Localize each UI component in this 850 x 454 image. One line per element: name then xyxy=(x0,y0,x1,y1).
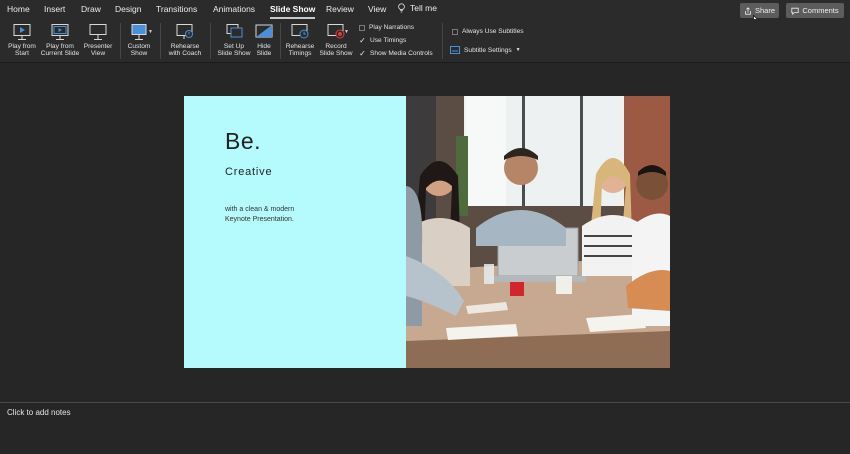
slide-body-text[interactable]: with a clean & modern Keynote Presentati… xyxy=(225,205,294,225)
tab-transitions[interactable]: Transitions xyxy=(156,4,197,14)
presenter-view-button[interactable]: Presenter View xyxy=(83,23,113,58)
play-from-start-label-2: Start xyxy=(15,50,29,58)
hide-slide-label-1: Hide xyxy=(257,43,271,50)
rehearse-with-coach-label-2: with Coach xyxy=(168,50,202,58)
team-photo-image[interactable] xyxy=(406,96,670,368)
presenter-view-label-2: View xyxy=(90,50,106,58)
checkmark-icon: ✓ xyxy=(359,36,366,45)
tab-slide-show[interactable]: Slide Show xyxy=(270,4,315,14)
hide-slide-button[interactable]: Hide Slide xyxy=(254,23,274,58)
play-from-current-icon xyxy=(51,24,69,40)
always-use-subtitles-label: Always Use Subtitles xyxy=(462,28,524,35)
checkmark-icon: ✓ xyxy=(359,49,366,58)
hide-slide-label-2: Slide xyxy=(256,50,272,58)
checkbox-unchecked-icon xyxy=(452,28,458,35)
subtitle-settings-label: Subtitle Settings xyxy=(464,46,512,54)
share-label: Share xyxy=(754,6,775,15)
ribbon-separator xyxy=(120,23,121,59)
record-slide-show-button[interactable]: Record Slide Show xyxy=(317,23,355,58)
record-slide-show-label-1: Record xyxy=(325,43,347,50)
use-timings-checkbox[interactable]: ✓ Use Timings xyxy=(359,36,407,45)
slide-canvas[interactable]: Be. Creative with a clean & modern Keyno… xyxy=(184,96,670,368)
slide-subtitle[interactable]: Creative xyxy=(225,166,272,178)
tab-review[interactable]: Review xyxy=(326,4,354,14)
set-up-slide-show-label-2: Slide Show xyxy=(217,50,251,58)
play-from-start-label-1: Play from xyxy=(8,43,36,50)
tab-design[interactable]: Design xyxy=(115,4,141,14)
rehearse-with-coach-button[interactable]: Rehearse with Coach xyxy=(166,23,204,58)
custom-show-label-2: Show xyxy=(130,50,148,58)
play-from-current-label-2: Current Slide xyxy=(40,50,80,58)
use-timings-label: Use Timings xyxy=(370,37,407,44)
set-up-slide-show-button[interactable]: Set Up Slide Show xyxy=(216,23,252,58)
rehearse-timings-label-1: Rehearse xyxy=(285,43,315,50)
notes-placeholder[interactable]: Click to add notes xyxy=(7,408,71,417)
rehearse-with-coach-icon xyxy=(176,24,193,39)
custom-show-dropdown-icon[interactable]: ▼ xyxy=(148,29,153,35)
show-media-controls-checkbox[interactable]: ✓ Show Media Controls xyxy=(359,49,433,58)
tell-me-search[interactable]: Tell me xyxy=(397,3,437,13)
play-from-start-icon xyxy=(13,24,31,40)
slide-title[interactable]: Be. xyxy=(225,128,261,155)
play-narrations-checkbox[interactable]: Play Narrations xyxy=(359,24,414,31)
custom-show-label-1: Custom xyxy=(127,43,151,50)
ribbon-separator xyxy=(160,23,161,59)
slide-body-line-2: Keynote Presentation. xyxy=(225,216,294,223)
tell-me-label: Tell me xyxy=(410,3,437,13)
record-slide-show-label-2: Slide Show xyxy=(319,50,353,58)
comments-button[interactable]: Comments xyxy=(786,3,844,18)
comment-icon xyxy=(791,7,799,15)
slide-body-line-1: with a clean & modern xyxy=(225,206,295,213)
subtitle-icon xyxy=(450,46,460,54)
lightbulb-icon xyxy=(398,3,405,13)
rehearse-with-coach-label-1: Rehearse xyxy=(170,43,200,50)
ribbon-separator xyxy=(442,23,443,59)
play-from-current-slide-button[interactable]: Play from Current Slide xyxy=(39,23,81,58)
menu-bar: Home Insert Draw Design Transitions Anim… xyxy=(0,0,850,19)
presenter-view-label-1: Presenter xyxy=(83,43,113,50)
share-icon xyxy=(745,6,751,15)
tab-view[interactable]: View xyxy=(368,4,386,14)
tab-home[interactable]: Home xyxy=(7,4,30,14)
tab-draw[interactable]: Draw xyxy=(81,4,101,14)
tab-animations[interactable]: Animations xyxy=(213,4,255,14)
subtitle-settings-button[interactable]: Subtitle Settings ▼ xyxy=(450,46,521,54)
ribbon-separator xyxy=(280,23,281,59)
notes-pane[interactable]: Click to add notes xyxy=(0,402,850,454)
rehearse-timings-icon xyxy=(291,24,309,39)
rehearse-timings-label-2: Timings xyxy=(288,50,312,58)
chevron-down-icon: ▼ xyxy=(515,47,521,53)
show-media-controls-label: Show Media Controls xyxy=(370,50,433,57)
presenter-view-icon xyxy=(89,24,107,40)
ribbon-separator xyxy=(210,23,211,59)
record-dropdown-icon[interactable]: ▼ xyxy=(344,29,349,35)
play-from-start-button[interactable]: Play from Start xyxy=(6,23,38,58)
rehearse-timings-button[interactable]: Rehearse Timings xyxy=(285,23,315,58)
custom-show-icon xyxy=(131,24,147,40)
record-slide-show-icon xyxy=(327,24,345,39)
play-from-current-label-1: Play from xyxy=(46,43,74,50)
comments-label: Comments xyxy=(802,6,839,15)
hide-slide-icon xyxy=(255,24,273,38)
play-narrations-label: Play Narrations xyxy=(369,24,415,31)
tab-insert[interactable]: Insert xyxy=(44,4,65,14)
checkbox-unchecked-icon xyxy=(359,24,365,31)
set-up-slide-show-icon xyxy=(226,24,243,38)
always-use-subtitles-checkbox[interactable]: Always Use Subtitles xyxy=(452,28,524,35)
ribbon-slide-show: Play from Start Play from Current Slide Pr… xyxy=(0,19,850,63)
set-up-slide-show-label-1: Set Up xyxy=(223,43,245,50)
